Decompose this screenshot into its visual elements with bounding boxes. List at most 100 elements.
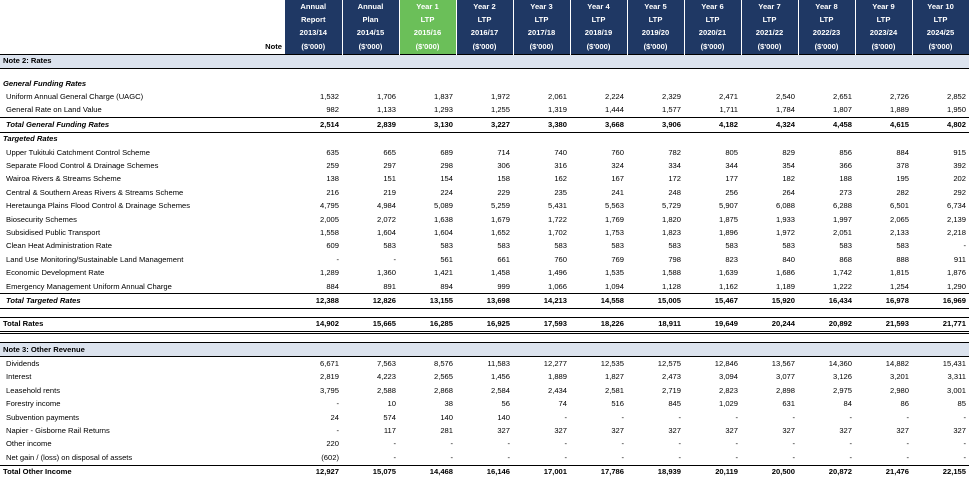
- column-header: ($'000): [741, 40, 799, 55]
- value-cell: -: [735, 412, 738, 422]
- value-cell: [741, 53, 798, 69]
- financial-table: Annual Annual Year 1 Year 2 Year 3 Year 4 Year…: [0, 0, 970, 479]
- column-header: ($'000): [399, 40, 457, 55]
- value-cell: 2,868: [433, 385, 453, 395]
- note-cell: [257, 226, 285, 239]
- value-cell: [855, 77, 912, 90]
- value-cell: [513, 341, 570, 358]
- value-cell: -: [564, 452, 567, 462]
- value-cell: 1,820: [661, 214, 681, 224]
- value-cell: 216: [326, 187, 339, 197]
- value-cell: 6,088: [775, 201, 795, 211]
- value-cell: 14,558: [570, 293, 627, 309]
- header-label-blank: [0, 40, 257, 55]
- header-note-blank: [257, 13, 285, 27]
- value-cell: 14,213: [513, 293, 570, 309]
- column-header: LTP: [513, 13, 571, 27]
- column-header: Year 10: [912, 0, 970, 14]
- value-cell: 292: [953, 187, 966, 197]
- value-cell: 327: [896, 426, 909, 436]
- value-cell: 202: [953, 174, 966, 184]
- value-cell: 829: [782, 147, 795, 157]
- value-cell: 1,769: [604, 214, 624, 224]
- value-cell: 327: [839, 426, 852, 436]
- row-label: Total Other Income: [0, 464, 257, 479]
- value-cell: 1,823: [661, 227, 681, 237]
- value-cell: [684, 341, 741, 358]
- column-header: ($'000): [798, 40, 856, 55]
- value-cell: 334: [668, 160, 681, 170]
- table-row: Other income 220 - - - - - - - - - - -: [0, 438, 969, 451]
- value-cell: 1,293: [433, 105, 453, 115]
- value-cell: -: [963, 439, 966, 449]
- value-cell: 2,329: [661, 92, 681, 102]
- row-label: Wairoa Rivers & Streams Scheme: [6, 174, 121, 184]
- value-cell: 327: [497, 426, 510, 436]
- value-cell: 1,679: [490, 214, 510, 224]
- value-cell: -: [849, 452, 852, 462]
- column-header: LTP: [741, 13, 799, 27]
- value-cell: 10: [387, 399, 396, 409]
- table-row: Clean Heat Administration Rate 609 583 583 5…: [0, 240, 969, 253]
- header-note-blank: [257, 26, 285, 41]
- value-cell: 15,665: [342, 316, 399, 335]
- value-cell: 1,066: [547, 281, 567, 291]
- value-cell: 6,288: [832, 201, 852, 211]
- column-header: 2016/17: [456, 26, 514, 41]
- value-cell: 13,698: [456, 293, 513, 309]
- value-cell: 4,802: [912, 117, 969, 133]
- value-cell: -: [621, 439, 624, 449]
- header-row: 2013/14 2014/15 2015/16 2016/17 2017/18 2018/…: [0, 26, 970, 41]
- column-header: LTP: [399, 13, 457, 27]
- value-cell: -: [678, 452, 681, 462]
- spacer-cell: [0, 68, 969, 77]
- note-cell: [257, 464, 285, 479]
- value-cell: 38: [444, 399, 453, 409]
- value-cell: 306: [497, 160, 510, 170]
- value-cell: 3,201: [889, 372, 909, 382]
- column-header: ($'000): [513, 40, 571, 55]
- value-cell: 273: [839, 187, 852, 197]
- value-cell: 631: [782, 399, 795, 409]
- value-cell: 2,218: [946, 227, 966, 237]
- value-cell: 20,119: [684, 464, 741, 479]
- value-cell: 884: [896, 147, 909, 157]
- value-cell: 5,431: [547, 201, 567, 211]
- value-cell: 327: [668, 426, 681, 436]
- column-header: ($'000): [684, 40, 742, 55]
- row-label: Central & Southern Areas Rivers & Stream…: [6, 187, 184, 197]
- column-header: 2013/14: [285, 26, 343, 41]
- value-cell: 1,706: [376, 92, 396, 102]
- value-cell: 1,360: [376, 268, 396, 278]
- value-cell: 891: [383, 281, 396, 291]
- note-cell: [257, 199, 285, 212]
- value-cell: 1,638: [433, 214, 453, 224]
- value-cell: 167: [611, 174, 624, 184]
- value-cell: 583: [383, 241, 396, 251]
- value-cell: 1,222: [832, 281, 852, 291]
- note-cell: [257, 186, 285, 199]
- value-cell: 17,786: [570, 464, 627, 479]
- value-cell: 84: [843, 399, 852, 409]
- note-cell: [257, 240, 285, 253]
- value-cell: (602): [321, 452, 339, 462]
- value-cell: 661: [497, 254, 510, 264]
- spacer-cell: [0, 308, 969, 317]
- value-cell: 3,227: [456, 117, 513, 133]
- value-cell: 1,189: [775, 281, 795, 291]
- value-cell: 1,458: [490, 268, 510, 278]
- value-cell: 1,889: [547, 372, 567, 382]
- value-cell: 3,795: [319, 385, 339, 395]
- value-cell: 760: [554, 254, 567, 264]
- column-header: 2021/22: [741, 26, 799, 41]
- value-cell: 15,075: [342, 464, 399, 479]
- value-cell: [285, 77, 342, 90]
- value-cell: 18,911: [627, 316, 684, 335]
- value-cell: 2,224: [604, 92, 624, 102]
- note-cell: [257, 253, 285, 266]
- value-cell: 56: [501, 399, 510, 409]
- value-cell: 19,649: [684, 316, 741, 335]
- value-cell: 117: [383, 426, 396, 436]
- header-label-blank: [0, 26, 257, 41]
- value-cell: 2,898: [775, 385, 795, 395]
